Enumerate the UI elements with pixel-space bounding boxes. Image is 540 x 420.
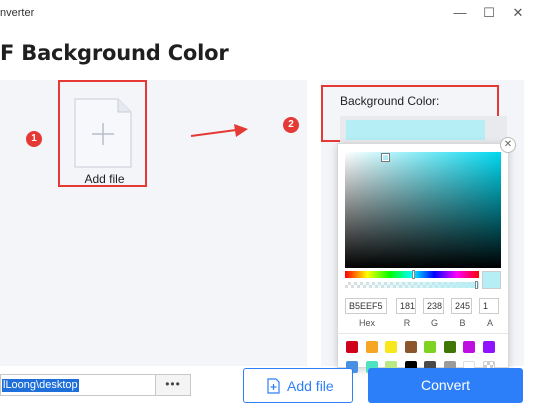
current-color-preview [482,271,501,289]
blue-label: B [459,318,466,328]
add-file-button-label: Add file [287,378,334,394]
hex-input[interactable]: B5EEF5 [345,298,387,314]
alpha-slider[interactable] [345,282,479,288]
hex-label: Hex [358,318,375,328]
title-bar: nverter — ☐ ✕ [0,0,540,26]
red-input[interactable]: 181 [396,298,416,314]
saturation-value-area[interactable] [345,152,501,268]
close-window-icon[interactable]: ✕ [506,3,530,23]
browse-more-button[interactable]: ••• [155,374,191,396]
output-path-input[interactable]: lLoong\desktop [0,374,156,396]
preset-swatch[interactable] [365,341,378,353]
background-color-label: Background Color: [340,94,440,108]
add-file-icon [267,378,280,394]
background-color-swatch[interactable] [346,120,485,140]
convert-button[interactable]: Convert [368,368,523,403]
preset-swatch[interactable] [463,341,475,353]
file-drop-panel [0,80,307,366]
preset-divider [338,333,508,334]
blank-document-icon [74,98,132,168]
add-file-button[interactable]: Add file [243,368,353,403]
green-input[interactable]: 238 [423,298,444,314]
app-title: nverter [0,7,35,19]
minimize-icon[interactable]: — [448,3,472,23]
alpha-handle[interactable] [475,281,478,289]
preset-swatch[interactable] [346,341,358,353]
output-path-value: lLoong\desktop [2,379,79,392]
preset-swatch[interactable] [385,341,397,353]
add-file-label: Add file [84,172,125,186]
preset-swatch[interactable] [404,341,417,353]
alpha-input[interactable]: 1 [479,298,499,314]
page-title: F Background Color [0,41,229,65]
step-two-badge: 2 [283,117,299,133]
red-label: R [403,318,411,328]
saturation-handle[interactable] [382,154,389,161]
green-label: G [430,318,438,328]
preset-swatch[interactable] [424,341,436,353]
hue-handle[interactable] [412,270,415,279]
picker-close-icon[interactable]: ✕ [500,137,516,153]
add-file-tile[interactable]: Add file [58,80,147,187]
arrow-right-icon [190,124,248,137]
preset-swatch[interactable] [443,341,456,353]
blue-input[interactable]: 245 [451,298,472,314]
step-one-badge: 1 [26,131,42,147]
preset-swatch[interactable] [482,341,495,353]
maximize-icon[interactable]: ☐ [477,3,501,23]
alpha-label: A [486,318,493,328]
